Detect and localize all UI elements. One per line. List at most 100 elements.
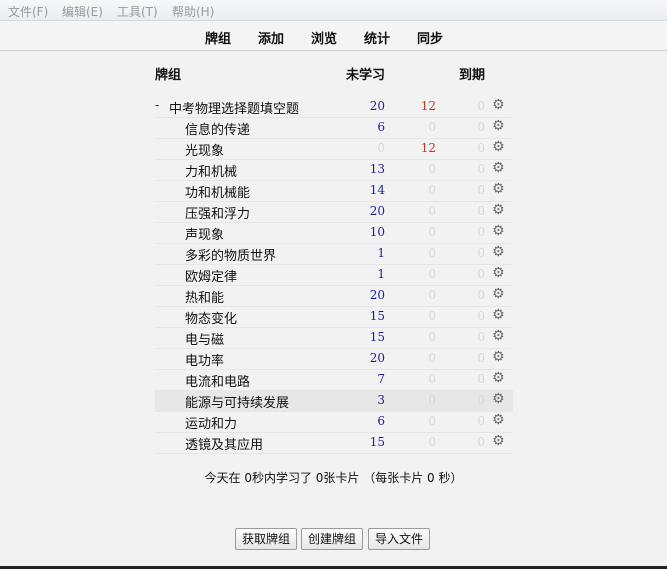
gear-icon[interactable]: ⚙ [492, 182, 506, 196]
deck-count-learn: 0 [428, 435, 436, 449]
gear-icon[interactable]: ⚙ [492, 350, 506, 364]
deck-name[interactable]: 压强和浮力 [185, 203, 250, 222]
deck-count-due: 0 [477, 435, 485, 449]
deck-count-due: 0 [477, 99, 485, 113]
toolbar-decks[interactable]: 牌组 [205, 28, 231, 47]
deck-count-due: 0 [477, 162, 485, 176]
menu-tools[interactable]: 工具(T) [117, 3, 158, 20]
deck-count-learn: 0 [428, 414, 436, 428]
deck-count-learn: 12 [420, 99, 436, 113]
deck-name[interactable]: 热和能 [185, 287, 224, 306]
gear-icon[interactable]: ⚙ [492, 308, 506, 322]
deck-name[interactable]: 中考物理选择题填空题 [169, 98, 299, 117]
gear-icon[interactable]: ⚙ [492, 98, 506, 112]
deck-name[interactable]: 电功率 [185, 350, 224, 369]
deck-count-new: 0 [377, 141, 385, 155]
deck-name[interactable]: 光现象 [185, 140, 224, 159]
toolbar-add[interactable]: 添加 [258, 28, 284, 47]
deck-count-new: 10 [369, 225, 385, 239]
header-due: 到期 [459, 68, 486, 83]
create-deck-button[interactable]: 创建牌组 [301, 528, 364, 550]
deck-name[interactable]: 声现象 [185, 224, 224, 243]
gear-icon[interactable]: ⚙ [492, 329, 506, 343]
deck-row[interactable]: 信息的传递 6 0 0 ⚙ [155, 117, 513, 139]
deck-count-new: 20 [369, 204, 385, 218]
gear-icon[interactable]: ⚙ [492, 371, 506, 385]
deck-row-parent[interactable]: - 中考物理选择题填空题 20 12 0 ⚙ [155, 96, 513, 118]
gear-icon[interactable]: ⚙ [492, 287, 506, 301]
deck-row[interactable]: 光现象 0 12 0 ⚙ [155, 138, 513, 160]
deck-row[interactable]: 声现象 10 0 0 ⚙ [155, 222, 513, 244]
deck-count-due: 0 [477, 141, 485, 155]
deck-count-due: 0 [477, 393, 485, 407]
deck-name[interactable]: 功和机械能 [185, 182, 250, 201]
deck-count-learn: 0 [428, 372, 436, 386]
deck-count-new: 15 [369, 330, 385, 344]
gear-icon[interactable]: ⚙ [492, 119, 506, 133]
deck-count-new: 6 [377, 414, 385, 428]
gear-icon[interactable]: ⚙ [492, 392, 506, 406]
deck-count-new: 6 [377, 120, 385, 134]
deck-row[interactable]: 透镜及其应用 15 0 0 ⚙ [155, 432, 513, 454]
deck-row[interactable]: 物态变化 15 0 0 ⚙ [155, 306, 513, 328]
collapse-toggle[interactable]: - [155, 98, 159, 112]
gear-icon[interactable]: ⚙ [492, 140, 506, 154]
deck-name[interactable]: 电流和电路 [185, 371, 250, 390]
deck-count-learn: 0 [428, 288, 436, 302]
deck-count-due: 0 [477, 225, 485, 239]
menu-edit[interactable]: 编辑(E) [62, 3, 103, 20]
deck-name[interactable]: 信息的传递 [185, 119, 250, 138]
header-deck: 牌组 [155, 68, 182, 83]
gear-icon[interactable]: ⚙ [492, 434, 506, 448]
gear-icon[interactable]: ⚙ [492, 161, 506, 175]
deck-row[interactable]: 电与磁 15 0 0 ⚙ [155, 327, 513, 349]
deck-row[interactable]: 能源与可持续发展 3 0 0 ⚙ [155, 390, 513, 412]
deck-name[interactable]: 欧姆定律 [185, 266, 237, 285]
deck-name[interactable]: 力和机械 [185, 161, 237, 180]
toolbar-sync[interactable]: 同步 [417, 28, 443, 47]
toolbar-stats[interactable]: 统计 [364, 28, 390, 47]
gear-icon[interactable]: ⚙ [492, 413, 506, 427]
deck-count-new: 15 [369, 435, 385, 449]
deck-row[interactable]: 力和机械 13 0 0 ⚙ [155, 159, 513, 181]
menu-help[interactable]: 帮助(H) [172, 3, 214, 20]
deck-count-learn: 0 [428, 267, 436, 281]
gear-icon[interactable]: ⚙ [492, 224, 506, 238]
deck-row[interactable]: 电流和电路 7 0 0 ⚙ [155, 369, 513, 391]
deck-count-due: 0 [477, 351, 485, 365]
deck-row[interactable]: 电功率 20 0 0 ⚙ [155, 348, 513, 370]
get-shared-button[interactable]: 获取牌组 [235, 528, 298, 550]
gear-icon[interactable]: ⚙ [492, 245, 506, 259]
deck-name[interactable]: 能源与可持续发展 [185, 392, 289, 411]
deck-count-new: 1 [377, 267, 385, 281]
deck-count-learn: 0 [428, 204, 436, 218]
deck-row[interactable]: 热和能 20 0 0 ⚙ [155, 285, 513, 307]
deck-name[interactable]: 运动和力 [185, 413, 237, 432]
toolbar-browse[interactable]: 浏览 [311, 28, 337, 47]
deck-count-learn: 0 [428, 225, 436, 239]
deck-count-due: 0 [477, 309, 485, 323]
deck-row[interactable]: 压强和浮力 20 0 0 ⚙ [155, 201, 513, 223]
menu-file[interactable]: 文件(F) [8, 3, 48, 20]
deck-row[interactable]: 欧姆定律 1 0 0 ⚙ [155, 264, 513, 286]
deck-count-learn: 0 [428, 246, 436, 260]
deck-name[interactable]: 电与磁 [185, 329, 224, 348]
deck-count-due: 0 [477, 246, 485, 260]
import-file-button[interactable]: 导入文件 [368, 528, 431, 550]
deck-count-due: 0 [477, 372, 485, 386]
deck-name[interactable]: 多彩的物质世界 [185, 245, 276, 264]
deck-count-due: 0 [477, 183, 485, 197]
study-summary: 今天在 0秒内学习了 0张卡片 （每张卡片 0 秒） [204, 471, 463, 485]
gear-icon[interactable]: ⚙ [492, 266, 506, 280]
deck-name[interactable]: 透镜及其应用 [185, 434, 263, 453]
deck-count-learn: 0 [428, 183, 436, 197]
deck-count-new: 3 [377, 393, 385, 407]
deck-count-due: 0 [477, 330, 485, 344]
deck-row[interactable]: 多彩的物质世界 1 0 0 ⚙ [155, 243, 513, 265]
deck-count-learn: 0 [428, 162, 436, 176]
deck-name[interactable]: 物态变化 [185, 308, 237, 327]
deck-row[interactable]: 功和机械能 14 0 0 ⚙ [155, 180, 513, 202]
deck-row[interactable]: 运动和力 6 0 0 ⚙ [155, 411, 513, 433]
deck-count-due: 0 [477, 267, 485, 281]
gear-icon[interactable]: ⚙ [492, 203, 506, 217]
